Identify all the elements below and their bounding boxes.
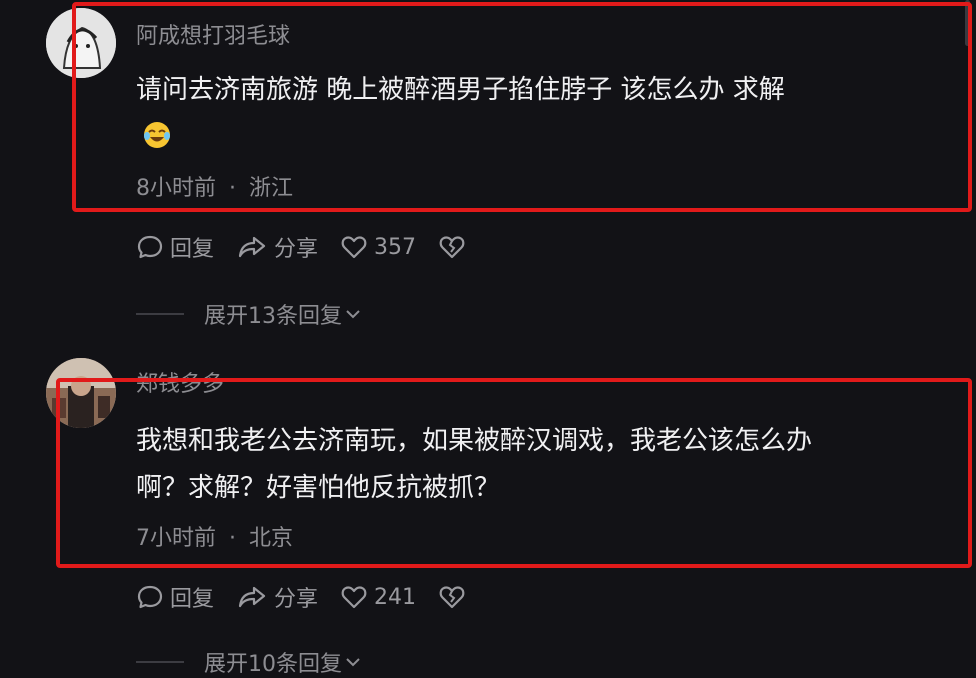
- rolling-laugh-emoji-icon: [144, 122, 170, 148]
- comment-meta: 8小时前 · 浙江: [136, 170, 293, 202]
- expand-replies-button[interactable]: 展开10条回复: [136, 646, 362, 678]
- comment-actions: 回复 分享 241: [136, 582, 494, 612]
- reply-button[interactable]: 回复: [136, 581, 214, 613]
- expand-replies-button[interactable]: 展开13条回复: [136, 298, 362, 330]
- divider-line: [136, 313, 184, 315]
- reply-label: 回复: [170, 237, 215, 262]
- comment-actions: 回复 分享 357: [136, 232, 494, 262]
- chevron-down-icon: [346, 658, 360, 667]
- comment-bubble-icon: [137, 585, 163, 609]
- heart-icon: [341, 236, 367, 259]
- share-button[interactable]: 分享: [236, 581, 318, 613]
- share-button[interactable]: 分享: [236, 231, 318, 263]
- comment-text-line1: 我想和我老公去济南玩，如果被醉汉调戏，我老公该怎么办: [136, 426, 813, 456]
- like-button[interactable]: 241: [340, 583, 416, 611]
- chevron-down-icon: [346, 310, 360, 319]
- broken-heart-icon: [439, 236, 465, 259]
- reply-button[interactable]: 回复: [136, 231, 214, 263]
- share-label: 分享: [274, 587, 319, 612]
- comment-time: 8小时前: [136, 176, 216, 201]
- reply-label: 回复: [170, 587, 215, 612]
- broken-heart-icon: [439, 586, 465, 609]
- comment-text-line2: 啊？求解？好害怕他反抗被抓？: [136, 473, 501, 503]
- comment-location: 浙江: [249, 176, 294, 201]
- like-count: 241: [374, 584, 417, 610]
- dislike-button[interactable]: [438, 233, 472, 261]
- comment-time: 7小时前: [136, 526, 216, 551]
- like-button[interactable]: 357: [340, 233, 416, 261]
- share-arrow-icon: [238, 586, 266, 608]
- like-count: 357: [374, 234, 417, 260]
- share-label: 分享: [274, 237, 319, 262]
- meta-separator: ·: [229, 526, 236, 551]
- comment-text: 请问去济南旅游 晚上被醉酒男子掐住脖子 该怎么办 求解: [136, 75, 785, 105]
- meta-separator: ·: [229, 176, 236, 201]
- comment-location: 北京: [249, 526, 294, 551]
- dislike-button[interactable]: [438, 583, 472, 611]
- comment-bubble-icon: [137, 235, 163, 259]
- divider-line: [136, 661, 184, 663]
- heart-icon: [341, 586, 367, 609]
- share-arrow-icon: [238, 236, 266, 258]
- expand-replies-label: 展开10条回复: [204, 652, 342, 677]
- comment-meta: 7小时前 · 北京: [136, 520, 293, 552]
- expand-replies-label: 展开13条回复: [204, 304, 342, 329]
